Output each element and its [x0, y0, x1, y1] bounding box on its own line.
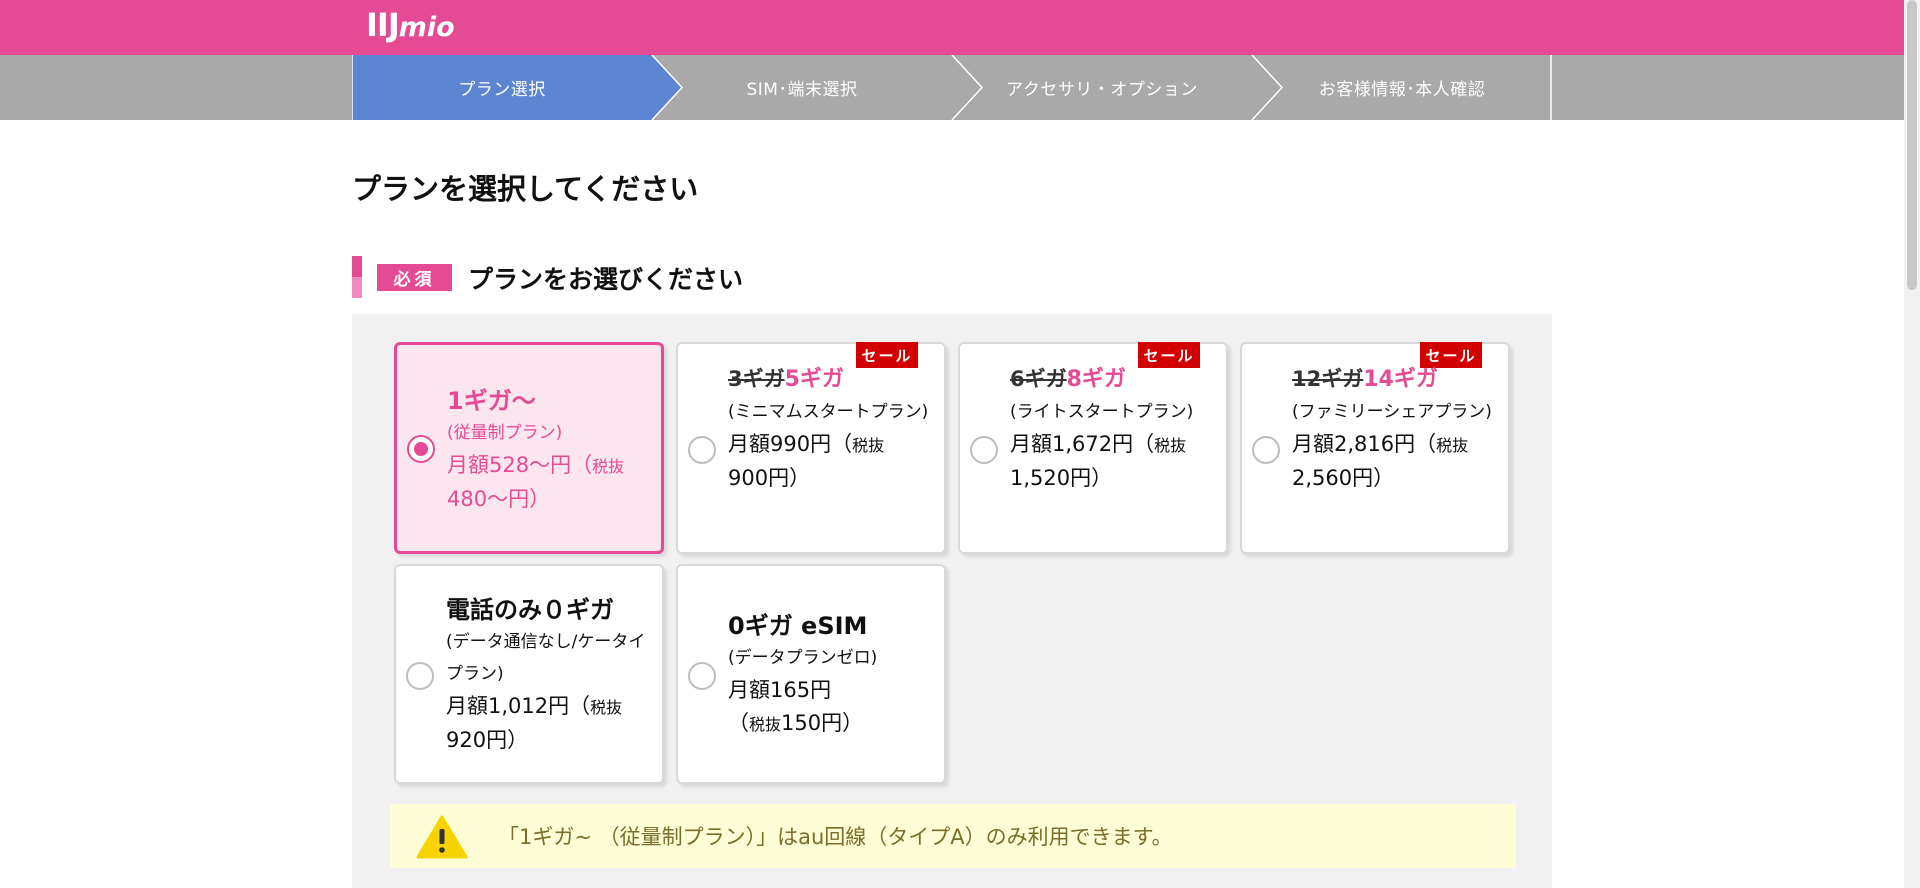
plan-card-body: 3ギガ5ギガ (ミニマムスタートプラン) 月額990円（税抜 900円）: [728, 362, 934, 495]
plan-radio-14giga[interactable]: [1252, 436, 1280, 464]
plan-price-main: 月額1,672円（: [1010, 432, 1155, 456]
plan-card-body: 1ギガ～ (従量制プラン) 月額528～円（税抜 480～円）: [447, 385, 651, 516]
logo-main-text: IIJ: [366, 6, 400, 44]
plan-card-5giga[interactable]: セール 3ギガ5ギガ (ミニマムスタートプラン) 月額990円（税抜 900円）: [676, 342, 946, 554]
plan-old-capacity: 6ギガ: [1010, 367, 1067, 391]
plan-price-tax-excluded: 480～円）: [447, 487, 551, 511]
plan-price-tax-excluded: 900円）: [728, 466, 811, 490]
plan-card-voice-only[interactable]: 電話のみ０ギガ (データ通信なし/ケータイプラン) 月額1,012円（税抜 920…: [394, 564, 664, 784]
plan-price-main: 月額165円: [728, 678, 832, 702]
plan-old-capacity: 3ギガ: [728, 367, 785, 391]
plan-new-capacity: 8ギガ: [1066, 367, 1126, 392]
plan-subtitle: (ライトスタートプラン): [1010, 402, 1194, 422]
plan-price-tax-label: 税抜: [592, 457, 625, 476]
iijmio-logo[interactable]: IIJmio: [366, 6, 455, 46]
step-customer-info: お客様情報･本人確認: [1318, 80, 1486, 100]
plan-card-body: 12ギガ14ギガ (ファミリーシェアプラン) 月額2,816円（税抜 2,560円…: [1292, 362, 1498, 495]
plan-card-0giga-esim[interactable]: 0ギガ eSIM (データプランゼロ) 月額165円 （税抜150円）: [676, 564, 946, 784]
notice-text: 「1ギガ~ （従量制プラン）」はau回線（タイプA）のみ利用できます。: [498, 825, 1173, 849]
plan-price-tax-label: 税抜: [1436, 436, 1469, 455]
plan-subtitle: (ファミリーシェアプラン): [1292, 402, 1492, 422]
plan-price-tax-excluded: 920円）: [446, 728, 529, 752]
plan-radio-5giga[interactable]: [688, 436, 716, 464]
plan-subtitle: (従量制プラン): [447, 423, 563, 443]
plan-price-main: 月額528～円（: [447, 453, 593, 477]
plan-radio-8giga[interactable]: [970, 436, 998, 464]
plan-price: 月額528～円（税抜 480～円）: [447, 449, 651, 516]
plan-radio-1giga[interactable]: [407, 435, 435, 463]
progress-steps-bar: プラン選択 SIM･端末選択 アクセサリ・オプション お客様情報･本人確認: [0, 55, 1920, 120]
progress-steps: プラン選択 SIM･端末選択 アクセサリ・オプション お客様情報･本人確認: [352, 55, 1552, 120]
plan-radio-voice-only[interactable]: [406, 662, 434, 690]
plan-price-tax-label: 税抜: [749, 715, 782, 734]
plan-price-tax-excluded: 2,560円）: [1292, 466, 1395, 490]
plan-price-tax-label: 税抜: [1154, 436, 1187, 455]
plan-title: 6ギガ8ギガ: [1010, 362, 1216, 396]
plan-price: 月額165円 （税抜150円）: [728, 678, 864, 735]
plan-title: 12ギガ14ギガ: [1292, 362, 1498, 396]
plan-card-body: 0ギガ eSIM (データプランゼロ) 月額165円 （税抜150円）: [728, 610, 934, 741]
plan-title: 1ギガ～: [447, 387, 536, 415]
plan-price-tax-excluded: 150円）: [781, 711, 864, 735]
warning-icon: [416, 815, 468, 859]
required-badge: 必須: [377, 264, 452, 291]
plan-price-tax-label: 税抜: [590, 698, 623, 717]
plan-card-body: 電話のみ０ギガ (データ通信なし/ケータイプラン) 月額1,012円（税抜 920…: [446, 594, 652, 757]
plan-title: 0ギガ eSIM: [728, 612, 868, 640]
plan-price: 月額2,816円（税抜 2,560円）: [1292, 428, 1498, 495]
logo-sub-text: mio: [398, 12, 455, 43]
plan-card-8giga[interactable]: セール 6ギガ8ギガ (ライトスタートプラン) 月額1,672円（税抜 1,520…: [958, 342, 1228, 554]
plan-title: 3ギガ5ギガ: [728, 362, 934, 396]
section-accent-bar: [352, 256, 362, 298]
plan-title: 電話のみ０ギガ: [446, 596, 614, 624]
plan-selection-area: 1ギガ～ (従量制プラン) 月額528～円（税抜 480～円） セール 3ギガ5ギ…: [352, 314, 1552, 888]
step-accessory-option: アクセサリ・オプション: [1006, 80, 1198, 100]
plan-price-main: 月額2,816円（: [1292, 432, 1437, 456]
scrollbar-thumb[interactable]: [1907, 0, 1917, 290]
plan-price: 月額990円（税抜 900円）: [728, 428, 934, 495]
plan-price-tax-excluded: 1,520円）: [1010, 466, 1113, 490]
page-scrollbar[interactable]: [1904, 0, 1920, 888]
plan-radio-0giga-esim[interactable]: [688, 662, 716, 690]
section-title: プランをお選びください: [468, 265, 744, 294]
plan-old-capacity: 12ギガ: [1292, 367, 1364, 391]
plan-card-body: 6ギガ8ギガ (ライトスタートプラン) 月額1,672円（税抜 1,520円）: [1010, 362, 1216, 495]
plan-new-capacity: 14ギガ: [1363, 367, 1438, 392]
plan-price-main: 月額990円（: [728, 432, 853, 456]
plan-card-1giga[interactable]: 1ギガ～ (従量制プラン) 月額528～円（税抜 480～円）: [394, 342, 664, 554]
page-title: プランを選択してください: [352, 172, 699, 206]
plan-card-14giga[interactable]: セール 12ギガ14ギガ (ファミリーシェアプラン) 月額2,816円（税抜 2,…: [1240, 342, 1510, 554]
plan-subtitle: (データ通信なし/ケータイプラン): [446, 632, 646, 684]
au-line-notice: 「1ギガ~ （従量制プラン）」はau回線（タイプA）のみ利用できます。: [390, 804, 1516, 868]
section-heading: 必須 プランをお選びください: [352, 256, 1052, 298]
plan-price-main: 月額1,012円（: [446, 694, 591, 718]
viewport: IIJmio プラン選択 SIM･端末選択 アクセサリ・オプション お客様情報･…: [0, 0, 1920, 888]
plan-new-capacity: 5ギガ: [784, 367, 844, 392]
plan-price: 月額1,672円（税抜 1,520円）: [1010, 428, 1216, 495]
plan-price: 月額1,012円（税抜 920円）: [446, 690, 652, 757]
plan-price-tax-label: 税抜: [852, 436, 885, 455]
plan-subtitle: (データプランゼロ): [728, 648, 878, 668]
plan-subtitle: (ミニマムスタートプラン): [728, 402, 929, 422]
step-plan-select: プラン選択: [458, 80, 546, 100]
step-sim-device-select: SIM･端末選択: [746, 80, 858, 100]
site-header: IIJmio: [0, 0, 1920, 55]
